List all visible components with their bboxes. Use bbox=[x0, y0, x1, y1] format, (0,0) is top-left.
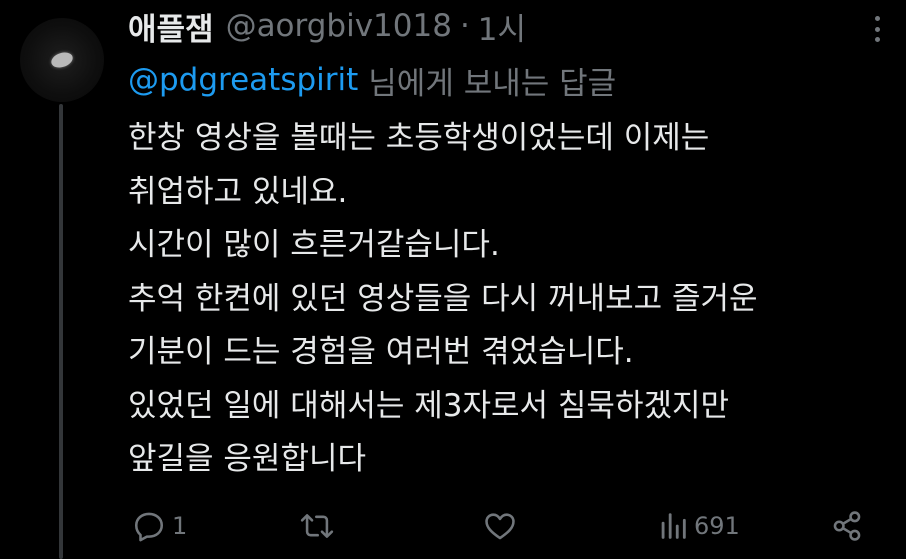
tweet-text-line: 있었던 일에 대해서는 제3자로서 침묵하겠지만 bbox=[128, 387, 730, 424]
reply-context: @pdgreatspirit 님에게 보내는 답글 bbox=[128, 58, 616, 102]
timestamp[interactable]: 1시 bbox=[478, 4, 526, 49]
views-count: 691 bbox=[694, 512, 740, 540]
avatar[interactable] bbox=[20, 18, 104, 102]
tweet-text-line: 앞길을 응원합니다 bbox=[128, 441, 367, 477]
more-dot bbox=[874, 37, 880, 42]
retweet-icon bbox=[298, 509, 336, 543]
separator-dot: · bbox=[459, 8, 470, 44]
reply-icon bbox=[132, 509, 166, 543]
tweet-text-line: 추억 한켠에 있던 영상들을 다시 꺼내보고 즐거운 bbox=[128, 280, 758, 317]
share-button[interactable] bbox=[830, 498, 864, 554]
tweet-text: 한창 영상을 볼때는 초등학생이었는데 이제는 취업하고 있네요. 시간이 많이… bbox=[128, 112, 898, 487]
thread-line bbox=[59, 104, 63, 559]
tweet-text-line: 시간이 많이 흐른거같습니다. bbox=[128, 227, 500, 263]
user-handle[interactable]: @aorgbiv1018 bbox=[226, 8, 452, 44]
display-name[interactable]: 애플잼 bbox=[128, 4, 214, 49]
reply-button[interactable]: 1 bbox=[132, 498, 187, 554]
reply-count: 1 bbox=[172, 512, 188, 540]
views-icon bbox=[658, 509, 688, 543]
tweet-text-line: 취업하고 있네요. bbox=[128, 173, 348, 210]
more-dot bbox=[874, 26, 880, 32]
more-icon[interactable] bbox=[866, 14, 888, 44]
tweet-text-line: 한창 영상을 볼때는 초등학생이었는데 이제는 bbox=[128, 120, 710, 156]
avatar-logo bbox=[49, 49, 75, 71]
views-button[interactable]: 691 bbox=[658, 498, 740, 554]
action-bar: 1 691 bbox=[0, 498, 906, 554]
like-button[interactable] bbox=[482, 498, 524, 554]
retweet-button[interactable] bbox=[298, 498, 342, 554]
more-dot bbox=[874, 16, 880, 21]
tweet-header: 애플잼 @aorgbiv1018 · 1시 bbox=[128, 4, 526, 48]
reply-context-text: 님에게 보내는 답글 bbox=[368, 65, 617, 102]
tweet-text-line: 기분이 드는 경험을 여러번 겪었습니다. bbox=[128, 334, 634, 370]
heart-icon bbox=[482, 509, 518, 543]
share-icon bbox=[830, 509, 864, 543]
mention-link[interactable]: @pdgreatspirit bbox=[128, 62, 358, 98]
